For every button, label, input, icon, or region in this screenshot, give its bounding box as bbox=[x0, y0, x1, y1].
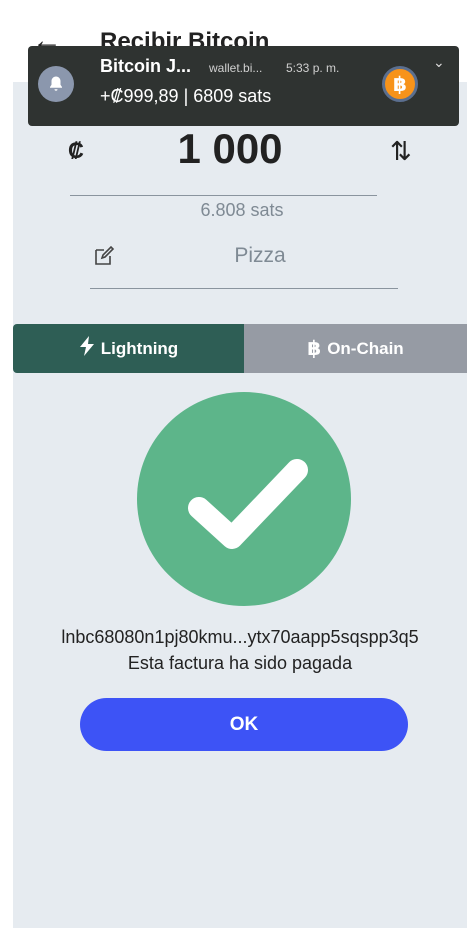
bitcoin-logo-icon: ฿ bbox=[382, 66, 418, 102]
invoice-text[interactable]: lnbc68080n1pj80kmu...ytx70aapp5sqspp3q5 bbox=[13, 627, 467, 648]
swap-vertical-icon[interactable]: ⇅ bbox=[390, 136, 412, 167]
payment-status: Esta factura ha sido pagada bbox=[127, 653, 353, 673]
notification-card[interactable]: Bitcoin J... wallet.bi... 5:33 p. m. +₡9… bbox=[28, 46, 459, 126]
memo-field[interactable]: Pizza bbox=[160, 244, 360, 268]
notification-source: wallet.bi... bbox=[209, 61, 263, 75]
notification-body: +₡999,89 | 6809 sats bbox=[100, 86, 272, 106]
bell-icon bbox=[38, 66, 74, 102]
tab-on-chain[interactable]: ฿ On-Chain bbox=[244, 324, 467, 373]
bitcoin-icon: ฿ bbox=[307, 338, 322, 360]
ok-button[interactable]: OK bbox=[80, 698, 408, 751]
lightning-icon bbox=[79, 335, 95, 362]
memo-divider bbox=[90, 288, 398, 289]
amount-divider bbox=[70, 195, 377, 196]
chevron-down-icon[interactable]: ⌄ bbox=[433, 54, 445, 71]
tab-lightning-label: Lightning bbox=[100, 338, 179, 358]
tab-lightning[interactable]: Lightning bbox=[13, 324, 244, 373]
currency-symbol[interactable]: ₡ bbox=[68, 138, 84, 164]
notification-app-name: Bitcoin J... bbox=[100, 56, 192, 76]
sats-amount: 6.808 sats bbox=[200, 200, 284, 220]
notification-time: 5:33 p. m. bbox=[286, 61, 340, 75]
edit-icon[interactable] bbox=[92, 244, 116, 268]
check-circle-icon bbox=[137, 392, 351, 606]
amount-value[interactable]: 1 000 bbox=[120, 125, 340, 173]
tab-on-chain-label: On-Chain bbox=[327, 338, 404, 358]
